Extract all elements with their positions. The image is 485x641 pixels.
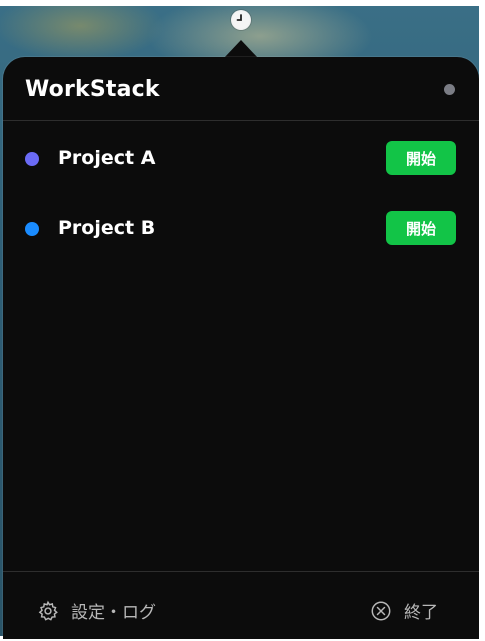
- popover-arrow: [224, 40, 258, 58]
- project-color-dot: [25, 222, 39, 236]
- gear-icon: [37, 600, 59, 622]
- project-row: Project B 開始: [3, 209, 479, 249]
- start-project-a-button[interactable]: 開始: [386, 141, 456, 175]
- project-name: Project B: [58, 217, 156, 239]
- screen-edge: [479, 0, 485, 636]
- project-row: Project A 開始: [3, 139, 479, 179]
- popover-panel: WorkStack Project A 開始 Project B 開始 設定・ロ…: [3, 57, 479, 639]
- popover-header: WorkStack: [3, 57, 479, 121]
- status-indicator: [444, 84, 455, 95]
- settings-log-button[interactable]: 設定・ログ: [37, 598, 156, 623]
- close-circle-icon: [370, 600, 392, 622]
- clock-icon[interactable]: [231, 10, 251, 30]
- project-name: Project A: [58, 147, 156, 169]
- settings-log-label: 設定・ログ: [71, 603, 156, 623]
- quit-button[interactable]: 終了: [370, 598, 438, 623]
- project-color-dot: [25, 152, 39, 166]
- quit-label: 終了: [404, 603, 438, 623]
- app-title: WorkStack: [25, 77, 160, 102]
- start-project-b-button[interactable]: 開始: [386, 211, 456, 245]
- popover-footer: 設定・ログ 終了: [3, 571, 479, 641]
